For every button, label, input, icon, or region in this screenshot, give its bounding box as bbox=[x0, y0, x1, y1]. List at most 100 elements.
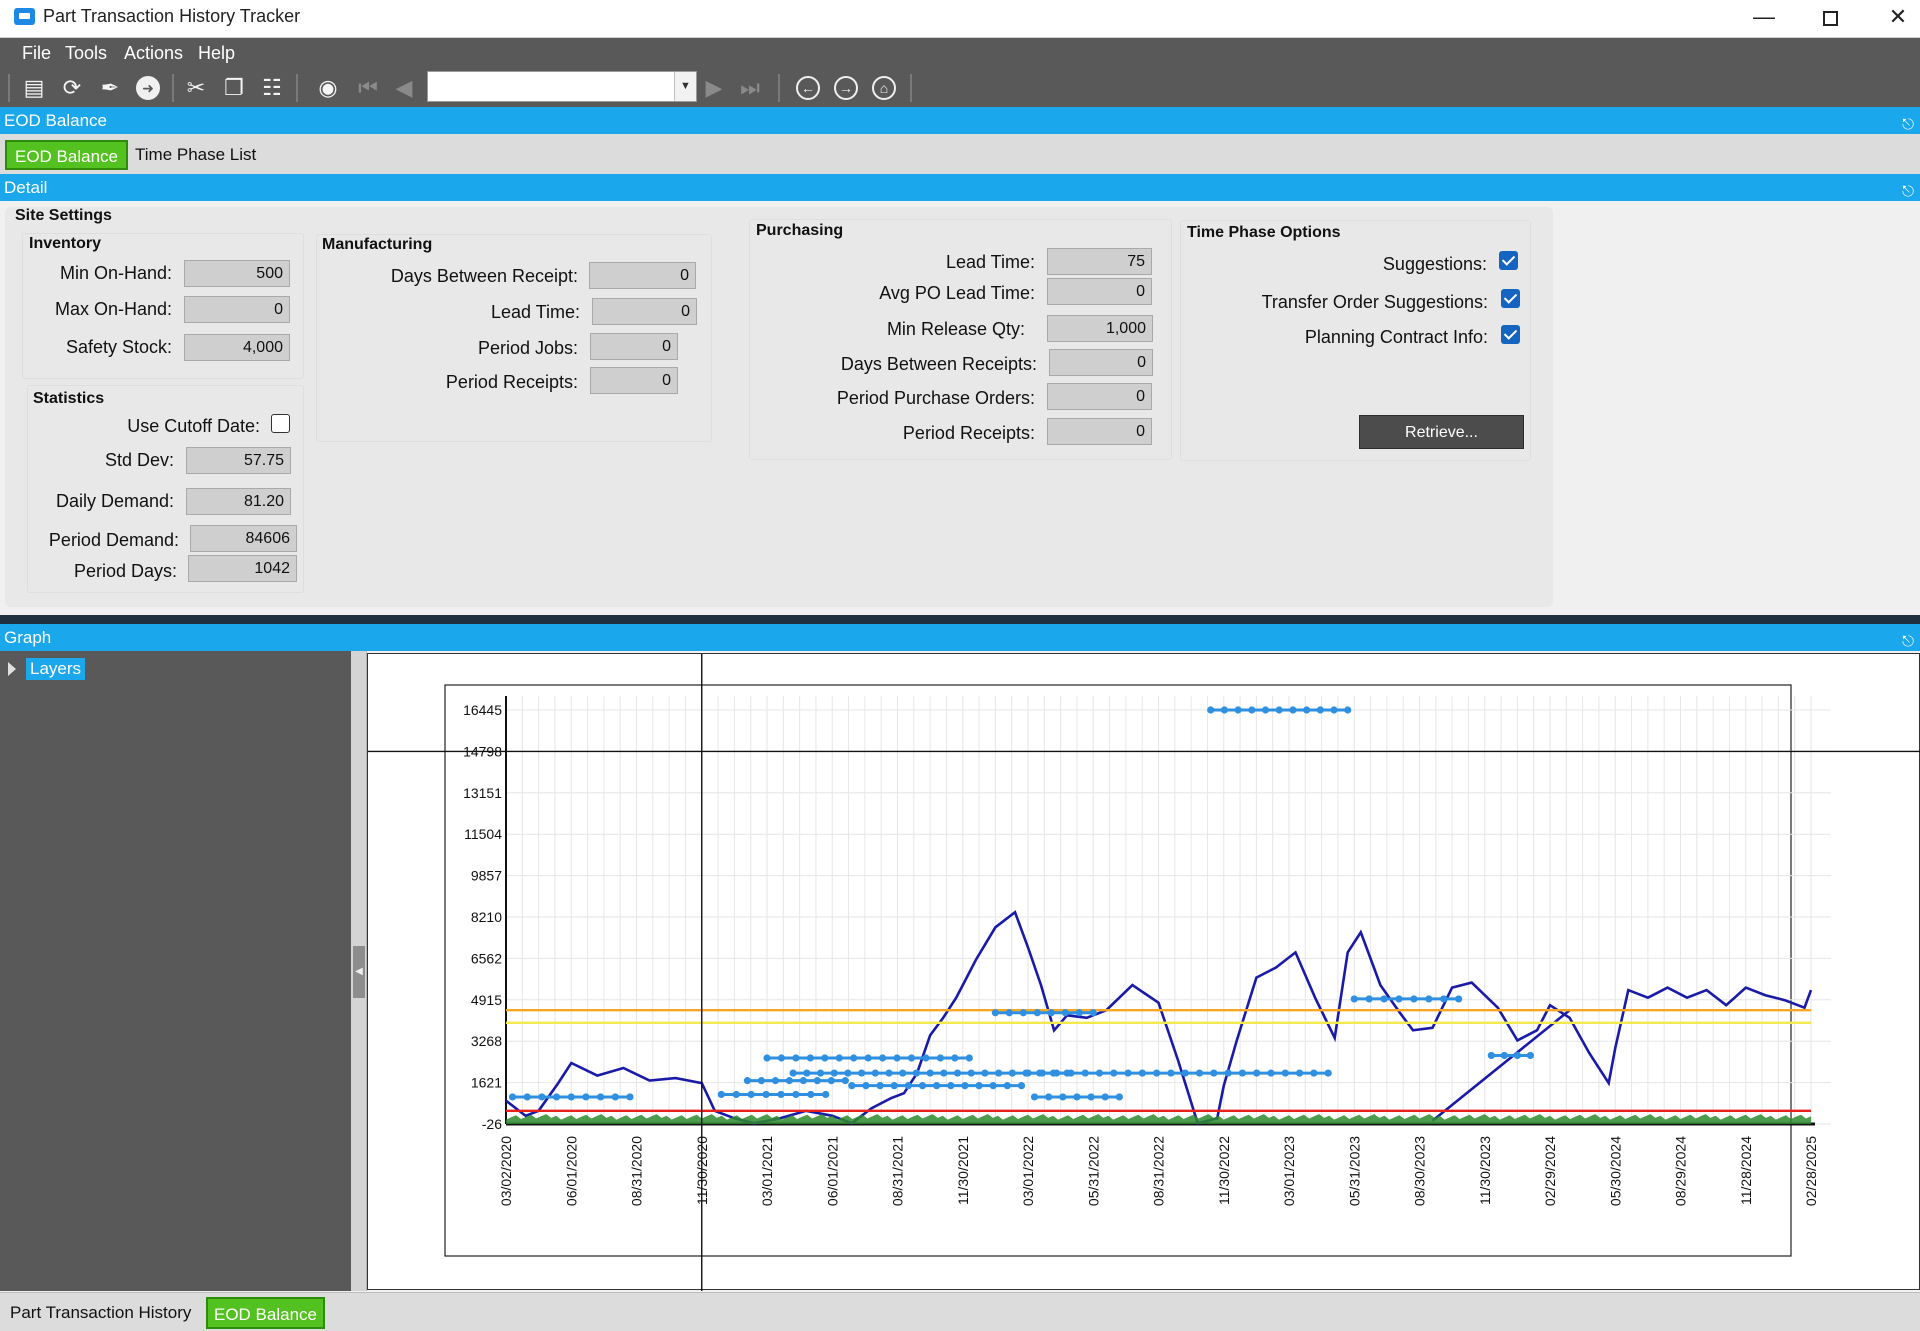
x-tick-label: 11/28/2024 bbox=[1738, 1136, 1754, 1205]
max-on-hand-label: Max On-Hand: bbox=[54, 299, 172, 319]
splitter[interactable] bbox=[0, 615, 1920, 624]
refresh-icon[interactable]: ⟳ bbox=[58, 74, 86, 102]
transaction-point bbox=[1210, 1069, 1218, 1077]
transaction-point bbox=[777, 1054, 786, 1062]
transaction-point bbox=[807, 1090, 815, 1099]
transaction-point bbox=[904, 1082, 912, 1090]
transaction-point bbox=[1248, 706, 1256, 714]
plot-box bbox=[444, 684, 1792, 1257]
planning-contract-info-checkbox[interactable] bbox=[1501, 325, 1520, 344]
period-jobs-field[interactable]: 0 bbox=[590, 333, 678, 360]
transaction-point bbox=[1224, 1069, 1232, 1077]
manufacturing-period-receipts-field[interactable]: 0 bbox=[590, 367, 678, 394]
transaction-point bbox=[848, 1082, 856, 1090]
tab-part-transaction-history[interactable]: Part Transaction History bbox=[4, 1297, 197, 1329]
menu-tools[interactable]: Tools bbox=[65, 43, 107, 64]
menu-file[interactable]: File bbox=[22, 43, 51, 64]
min-on-hand-field[interactable]: 500 bbox=[184, 260, 290, 287]
transaction-point bbox=[1303, 706, 1311, 714]
expand-triangle-icon[interactable] bbox=[8, 662, 16, 676]
transaction-point bbox=[876, 1082, 884, 1090]
transaction-point bbox=[803, 1069, 811, 1077]
min-release-qty-field[interactable]: 1,000 bbox=[1047, 315, 1153, 342]
clear-brush-icon[interactable]: ✒ bbox=[96, 74, 124, 102]
paste-icon[interactable]: ☷ bbox=[258, 74, 286, 102]
tab-eod-balance-bottom[interactable]: EOD Balance bbox=[206, 1297, 325, 1329]
avg-po-lead-time-field[interactable]: 0 bbox=[1047, 278, 1152, 305]
tab-strip: EOD Balance Time Phase List bbox=[0, 134, 1920, 174]
y-tick-label: 13151 bbox=[463, 785, 502, 801]
transaction-point bbox=[789, 1069, 797, 1077]
minimize-button[interactable]: — bbox=[1736, 0, 1792, 36]
days-between-receipts-field[interactable]: 0 bbox=[1049, 349, 1153, 376]
transaction-point bbox=[850, 1054, 858, 1062]
transaction-point bbox=[1087, 1093, 1095, 1101]
daily-demand-field[interactable]: 81.20 bbox=[186, 488, 291, 515]
chevron-down-icon[interactable]: ▼ bbox=[674, 72, 696, 101]
period-purchase-orders-field[interactable]: 0 bbox=[1047, 383, 1152, 410]
max-on-hand-field[interactable]: 0 bbox=[184, 296, 290, 323]
copy-icon[interactable]: ❐ bbox=[220, 74, 248, 102]
manufacturing-lead-time-field[interactable]: 0 bbox=[592, 298, 697, 325]
next-record-icon[interactable]: ▶ bbox=[700, 74, 728, 102]
last-record-icon[interactable]: ⏭ bbox=[736, 74, 764, 102]
toolbar: ▤ ⟳ ✒ ➜ ✂ ❐ ☷ ◉ ⏮ ◀ ▶ ⏭ ← → ⌂ bbox=[0, 68, 1920, 107]
forward-nav-circle-icon[interactable]: → bbox=[832, 74, 860, 102]
suggestions-checkbox[interactable] bbox=[1499, 251, 1518, 270]
period-days-field[interactable]: 1042 bbox=[188, 555, 297, 582]
purchasing-lead-time-field[interactable]: 75 bbox=[1047, 248, 1152, 275]
transaction-point bbox=[785, 1077, 793, 1085]
transaction-point bbox=[899, 1069, 907, 1077]
purchasing-period-receipts-field[interactable]: 0 bbox=[1047, 418, 1152, 445]
transaction-point bbox=[1038, 1069, 1046, 1077]
maximize-button[interactable] bbox=[1802, 0, 1858, 36]
y-tick-label: 3268 bbox=[471, 1033, 502, 1049]
close-button[interactable]: ✕ bbox=[1870, 0, 1920, 36]
transaction-point bbox=[732, 1090, 740, 1099]
transaction-point bbox=[1073, 1093, 1081, 1101]
transaction-point bbox=[611, 1093, 619, 1101]
menu-help[interactable]: Help bbox=[198, 43, 235, 64]
tab-eod-balance[interactable]: EOD Balance bbox=[5, 140, 128, 170]
transaction-point bbox=[762, 1090, 770, 1099]
cut-icon[interactable]: ✂ bbox=[182, 74, 210, 102]
first-record-icon[interactable]: ⏮ bbox=[354, 74, 382, 102]
daily-demand-label: Daily Demand: bbox=[55, 491, 174, 511]
forward-circle-icon[interactable]: ➜ bbox=[134, 74, 162, 102]
transaction-point bbox=[1261, 706, 1270, 714]
x-tick-label: 05/31/2023 bbox=[1346, 1136, 1362, 1206]
std-dev-field[interactable]: 57.75 bbox=[186, 447, 291, 474]
menu-actions[interactable]: Actions bbox=[124, 43, 183, 64]
record-navigator-combo[interactable]: ▼ bbox=[427, 71, 697, 102]
eod-balance-chart[interactable]: -261621326849156562821098571150413151147… bbox=[368, 654, 1920, 1291]
previous-record-icon[interactable]: ◀ bbox=[390, 74, 418, 102]
home-circle-icon[interactable]: ⌂ bbox=[870, 74, 898, 102]
transaction-point bbox=[1220, 706, 1229, 714]
transfer-order-suggestions-checkbox[interactable] bbox=[1501, 289, 1520, 308]
search-binoculars-icon[interactable]: ◉ bbox=[314, 74, 342, 102]
transaction-point bbox=[1440, 995, 1448, 1003]
layers-label[interactable]: Layers bbox=[26, 658, 86, 680]
transaction-point bbox=[757, 1077, 766, 1085]
transaction-point bbox=[890, 1082, 898, 1090]
tab-time-phase-list[interactable]: Time Phase List bbox=[127, 140, 264, 170]
retrieve-button[interactable]: Retrieve... bbox=[1359, 415, 1524, 449]
period-demand-field[interactable]: 84606 bbox=[190, 525, 297, 552]
transaction-point bbox=[1324, 1069, 1332, 1077]
transaction-point bbox=[907, 1054, 916, 1062]
transaction-point bbox=[933, 1082, 941, 1090]
back-circle-icon[interactable]: ← bbox=[794, 74, 822, 102]
statistics-title: Statistics bbox=[33, 390, 105, 407]
transaction-point bbox=[743, 1077, 752, 1085]
x-tick-label: 06/01/2021 bbox=[824, 1136, 840, 1206]
transaction-point bbox=[947, 1082, 955, 1090]
use-cutoff-date-checkbox[interactable] bbox=[271, 414, 290, 433]
safety-stock-field[interactable]: 4,000 bbox=[184, 334, 290, 361]
pane-resizer[interactable]: ◀ bbox=[351, 651, 367, 1291]
collapse-grip-icon[interactable]: ◀ bbox=[353, 946, 365, 998]
layers-tree-node[interactable]: Layers bbox=[8, 658, 86, 680]
y-tick-label: 16445 bbox=[463, 702, 502, 718]
new-icon[interactable]: ▤ bbox=[20, 74, 48, 102]
eod-balance-header-label: EOD Balance bbox=[4, 111, 107, 130]
days-between-receipt-field[interactable]: 0 bbox=[589, 262, 696, 289]
